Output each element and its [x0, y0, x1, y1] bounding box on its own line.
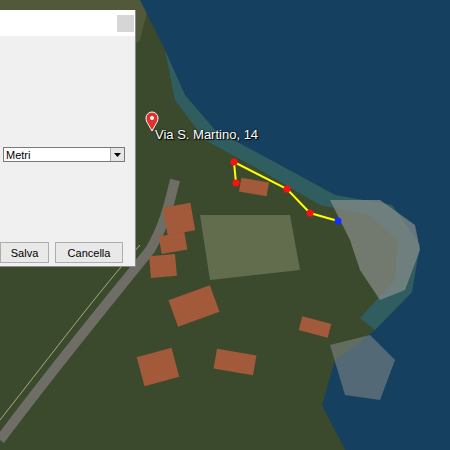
unit-select[interactable]: Metri — [3, 147, 125, 162]
building — [163, 203, 195, 235]
dialog-body: Metri Salva Cancella — [0, 36, 135, 266]
path-vertex[interactable] — [335, 218, 342, 225]
ruler-dialog: Metri Salva Cancella — [0, 10, 136, 267]
building — [169, 285, 220, 326]
building — [159, 232, 188, 254]
path-vertex[interactable] — [231, 159, 238, 166]
path-vertex[interactable] — [284, 186, 291, 193]
map-screen: Via S. Martino, 14 Metri Salva Cancella — [0, 0, 450, 450]
building — [239, 178, 269, 197]
dialog-titlebar — [0, 10, 135, 36]
dropdown-arrow-icon[interactable] — [110, 148, 124, 161]
measure-path[interactable] — [234, 162, 338, 221]
dialog-button[interactable]: Salva — [0, 242, 49, 263]
dialog-button[interactable]: Cancella — [55, 242, 123, 263]
button-row: Salva Cancella — [0, 242, 135, 266]
close-icon[interactable] — [117, 15, 134, 32]
building — [137, 348, 180, 386]
building — [299, 316, 332, 337]
building — [149, 254, 177, 278]
building — [214, 349, 257, 376]
path-vertex[interactable] — [307, 210, 314, 217]
path-vertex[interactable] — [233, 180, 240, 187]
placemark-label[interactable]: Via S. Martino, 14 — [155, 127, 258, 142]
